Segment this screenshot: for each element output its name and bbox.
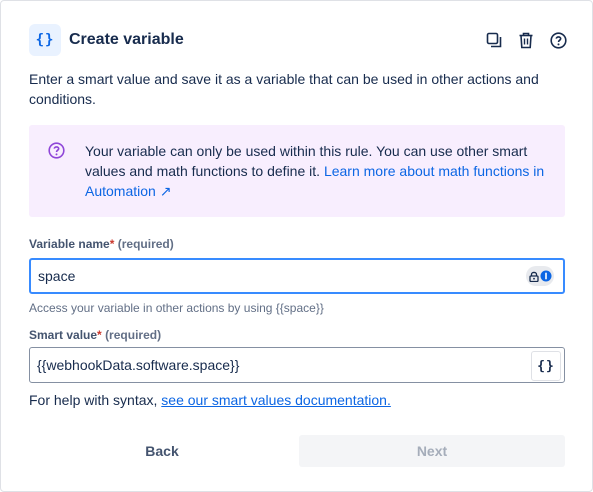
question-circle-icon (48, 142, 65, 164)
curly-braces-icon: {} (29, 24, 61, 56)
syntax-help: For help with syntax, see our smart valu… (29, 392, 391, 408)
header-actions (485, 31, 567, 49)
back-button[interactable]: Back (29, 435, 295, 467)
required-text: (required) (117, 237, 174, 251)
trash-icon[interactable] (517, 31, 535, 49)
variable-name-helper: Access your variable in other actions by… (29, 301, 324, 315)
create-variable-panel: {} Create variable Enter a smart value a… (0, 0, 593, 492)
smart-values-docs-link[interactable]: see our smart values documentation. (161, 392, 391, 408)
lock-icon (528, 271, 539, 282)
panel-title: Create variable (69, 31, 184, 48)
required-marker: * (97, 328, 102, 342)
variable-name-label-text: Variable name (29, 237, 110, 251)
insert-smart-value-button[interactable]: {} (531, 351, 561, 381)
required-text: (required) (105, 328, 162, 342)
smart-value-label-text: Smart value (29, 328, 98, 342)
info-dot-icon (540, 270, 551, 282)
smart-value-input[interactable]: {{webhookData.software.space}} {} (29, 347, 565, 383)
variable-name-value: space (38, 268, 76, 284)
variable-name-label: Variable name* (required) (29, 237, 174, 251)
smart-value-value: {{webhookData.software.space}} (37, 357, 240, 373)
syntax-help-text: For help with syntax, (29, 392, 162, 408)
panel-header: {} Create variable (29, 23, 567, 57)
variable-name-input[interactable]: space (29, 258, 565, 294)
smart-value-label: Smart value* (required) (29, 328, 161, 342)
duplicate-icon[interactable] (485, 31, 503, 49)
password-manager-badge[interactable] (526, 266, 554, 286)
next-button[interactable]: Next (299, 435, 565, 467)
required-marker: * (109, 237, 115, 251)
panel-description: Enter a smart value and save it as a var… (29, 71, 539, 107)
help-icon[interactable] (549, 31, 567, 49)
info-message: Your variable can only be used within th… (29, 125, 565, 217)
